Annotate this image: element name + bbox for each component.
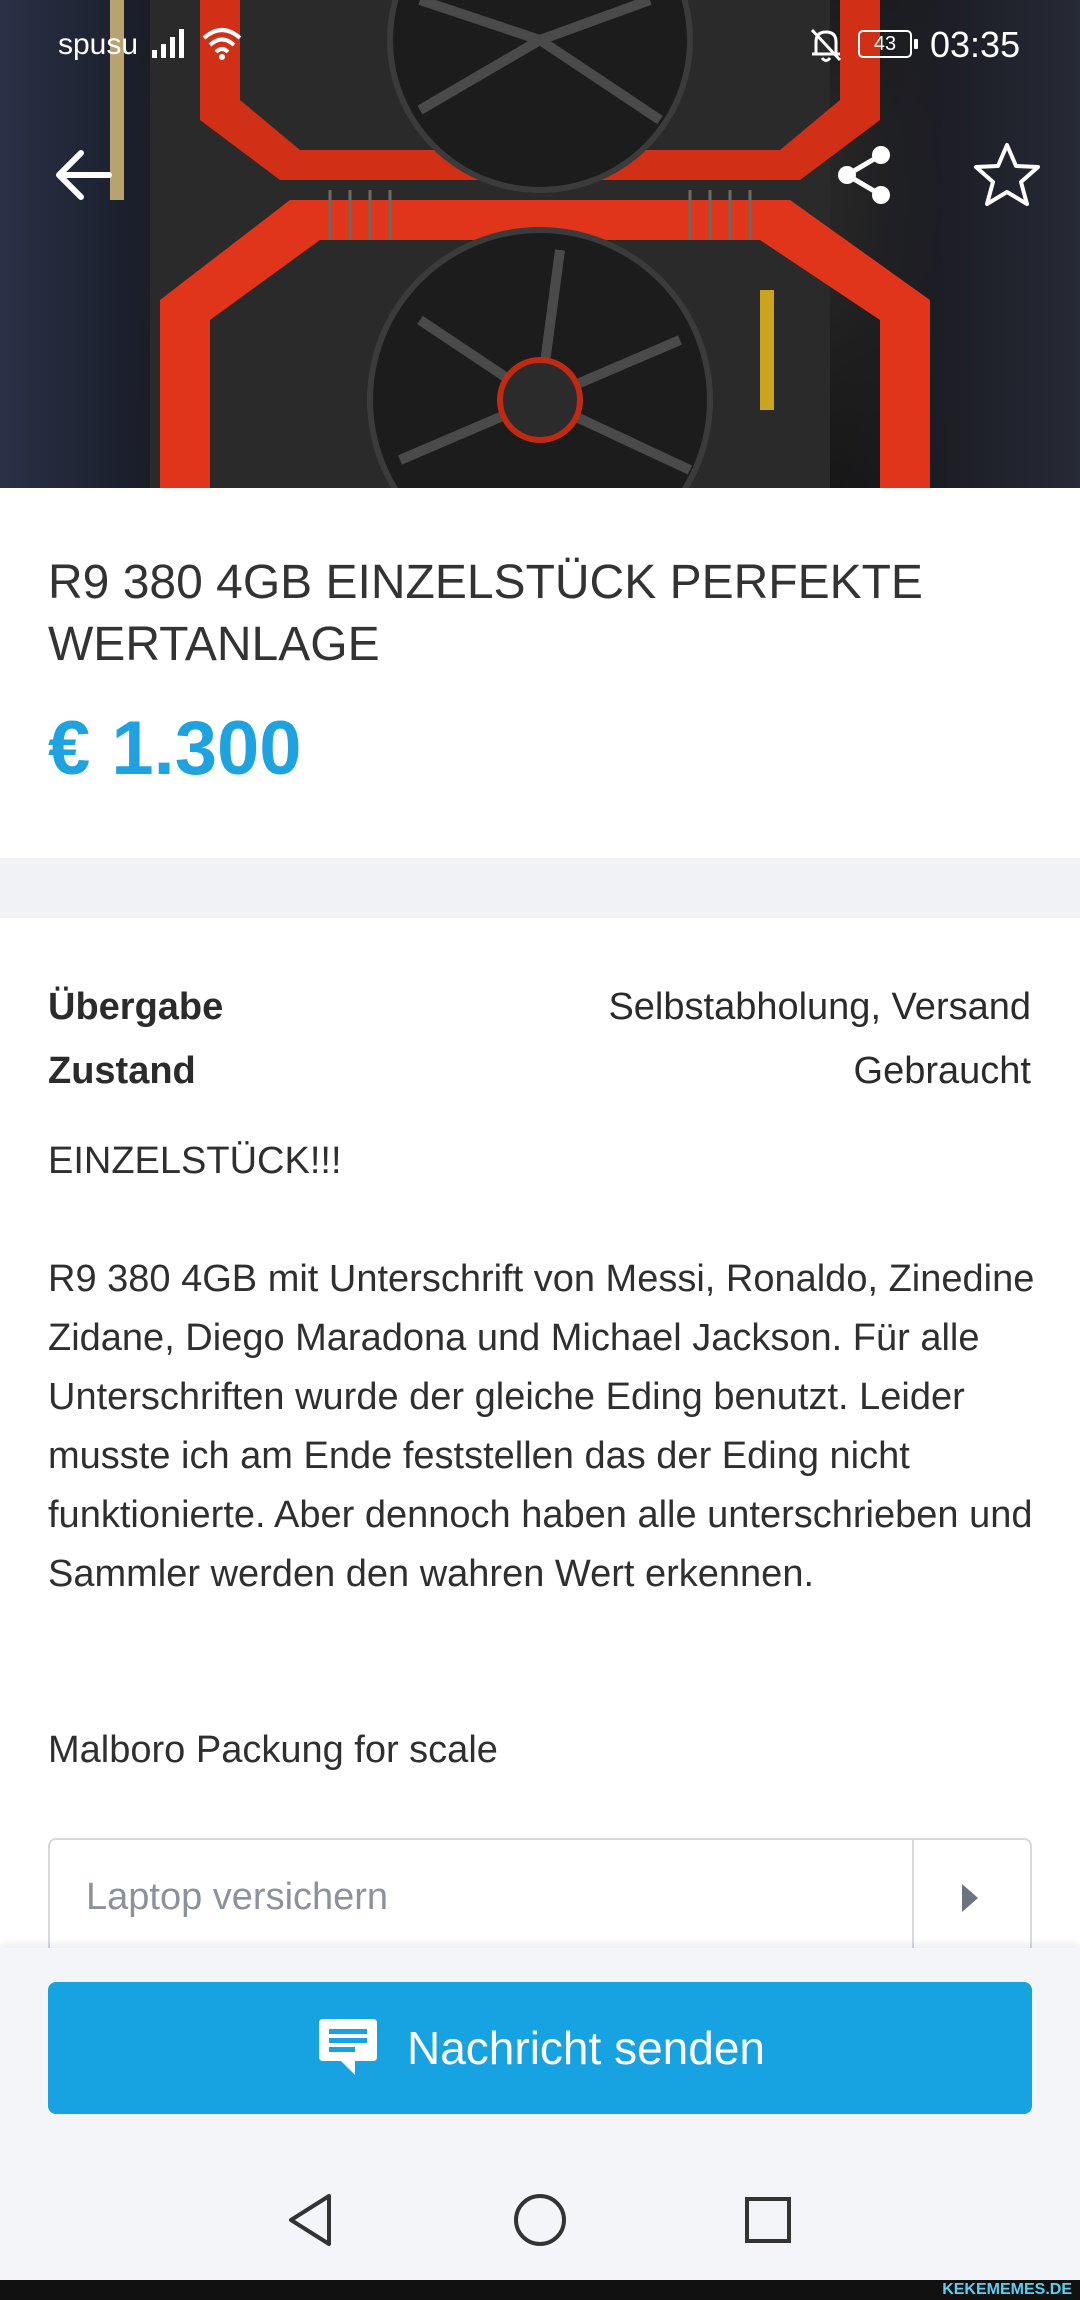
bottom-strip [0, 2280, 1080, 2300]
status-bar: spusu 43 03:35 [0, 0, 1080, 90]
star-icon [974, 143, 1040, 206]
send-message-label: Nachricht senden [407, 2022, 765, 2074]
send-message-button[interactable]: Nachricht senden [48, 1982, 1032, 2114]
battery-level: 43 [873, 33, 897, 55]
listing-title: R9 380 4GB EINZELSTÜCK PERFEKTE WERTANLA… [48, 556, 923, 671]
nav-recents-button[interactable] [728, 2180, 808, 2260]
square-recents-icon [745, 2197, 791, 2243]
share-button[interactable] [820, 130, 910, 220]
attribute-value-handover: Selbstabholung, Versand [608, 986, 1031, 1028]
share-icon [838, 146, 890, 204]
clock: 03:35 [930, 24, 1021, 65]
attribute-label-handover: Übergabe [48, 986, 224, 1028]
triangle-back-icon [289, 2194, 331, 2246]
description-body: R9 380 4GB mit Unterschrift von Messi, R… [48, 1258, 1035, 1595]
chat-bubble-icon [319, 2019, 377, 2075]
bottom-action-bar: Nachricht senden [0, 1948, 1080, 2150]
nav-back-button[interactable] [270, 2180, 350, 2260]
description-headline: EINZELSTÜCK!!! [48, 1140, 342, 1182]
description-footer: Malboro Packung for scale [48, 1729, 498, 1771]
signal-icon [152, 29, 184, 58]
back-button[interactable] [38, 130, 128, 220]
insurance-label: Laptop versichern [86, 1876, 389, 1918]
listing-price: € 1.300 [48, 706, 302, 791]
chevron-right-icon [962, 1884, 978, 1912]
carrier-name: spusu [58, 28, 139, 61]
favorite-button[interactable] [962, 130, 1052, 220]
section-divider [0, 858, 1080, 918]
watermark: KEKEMEMES.DE [942, 2281, 1072, 2298]
battery-indicator: 43 [858, 30, 918, 58]
nav-home-button[interactable] [500, 2180, 580, 2260]
attribute-value-condition: Gebraucht [853, 1050, 1031, 1092]
insurance-link[interactable]: Laptop versichern [48, 1838, 1032, 1948]
arrow-left-icon [56, 150, 112, 200]
wifi-icon [202, 28, 242, 60]
attribute-label-condition: Zustand [48, 1050, 196, 1092]
mute-notification-icon [810, 28, 842, 62]
insurance-divider [912, 1840, 914, 1948]
circle-home-icon [514, 2194, 566, 2246]
system-navigation-bar [0, 2150, 1080, 2280]
